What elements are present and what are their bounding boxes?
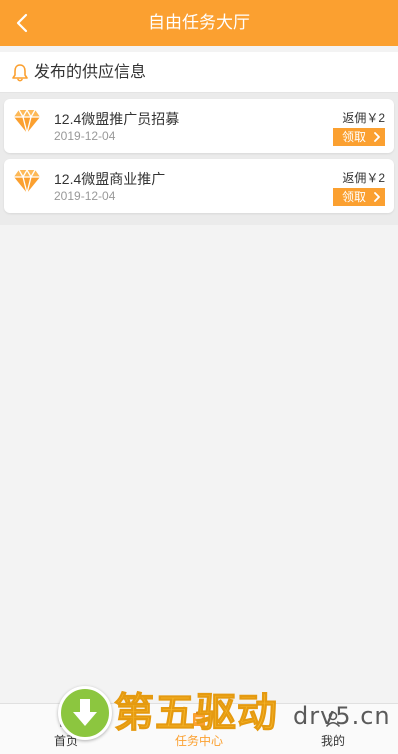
chevron-right-icon [374, 132, 380, 142]
tab-home[interactable]: 首页 [21, 704, 111, 754]
user-icon [325, 711, 341, 728]
tab-mine[interactable]: 我的 [288, 704, 378, 754]
bottom-tab-bar: 首页 任务中心 我的 [0, 703, 398, 754]
claim-button-label: 领取 [342, 130, 367, 144]
diamond-icon [14, 108, 40, 134]
rebate-amount: 返佣￥2 [342, 111, 385, 125]
task-date: 2019-12-04 [54, 129, 116, 143]
claim-button-label: 领取 [342, 190, 367, 204]
task-card[interactable]: 12.4微盟商业推广 2019-12-04 返佣￥2 领取 [4, 159, 394, 213]
claim-button[interactable]: 领取 [333, 128, 385, 146]
tab-task-center-label: 任务中心 [174, 734, 223, 748]
task-icon [193, 711, 205, 726]
home-icon [58, 711, 74, 727]
task-list: 12.4微盟推广员招募 2019-12-04 返佣￥2 领取 12.4微盟商业推… [0, 93, 398, 225]
chevron-right-icon [374, 192, 380, 202]
rebate-amount: 返佣￥2 [342, 171, 385, 185]
tab-task-center[interactable]: 任务中心 [154, 704, 244, 754]
app-header: 自由任务大厅 [0, 0, 398, 46]
claim-button[interactable]: 领取 [333, 188, 385, 206]
task-title: 12.4微盟推广员招募 [54, 111, 180, 127]
section-title: 发布的供应信息 [34, 64, 147, 81]
task-date: 2019-12-04 [54, 189, 116, 203]
section-header: 发布的供应信息 [0, 52, 398, 93]
page-title: 自由任务大厅 [148, 13, 250, 32]
task-card[interactable]: 12.4微盟推广员招募 2019-12-04 返佣￥2 领取 [4, 99, 394, 153]
tab-mine-label: 我的 [320, 734, 345, 748]
bell-icon [12, 64, 28, 82]
tab-home-label: 首页 [53, 734, 78, 748]
task-title: 12.4微盟商业推广 [54, 171, 166, 187]
diamond-icon [14, 168, 40, 194]
